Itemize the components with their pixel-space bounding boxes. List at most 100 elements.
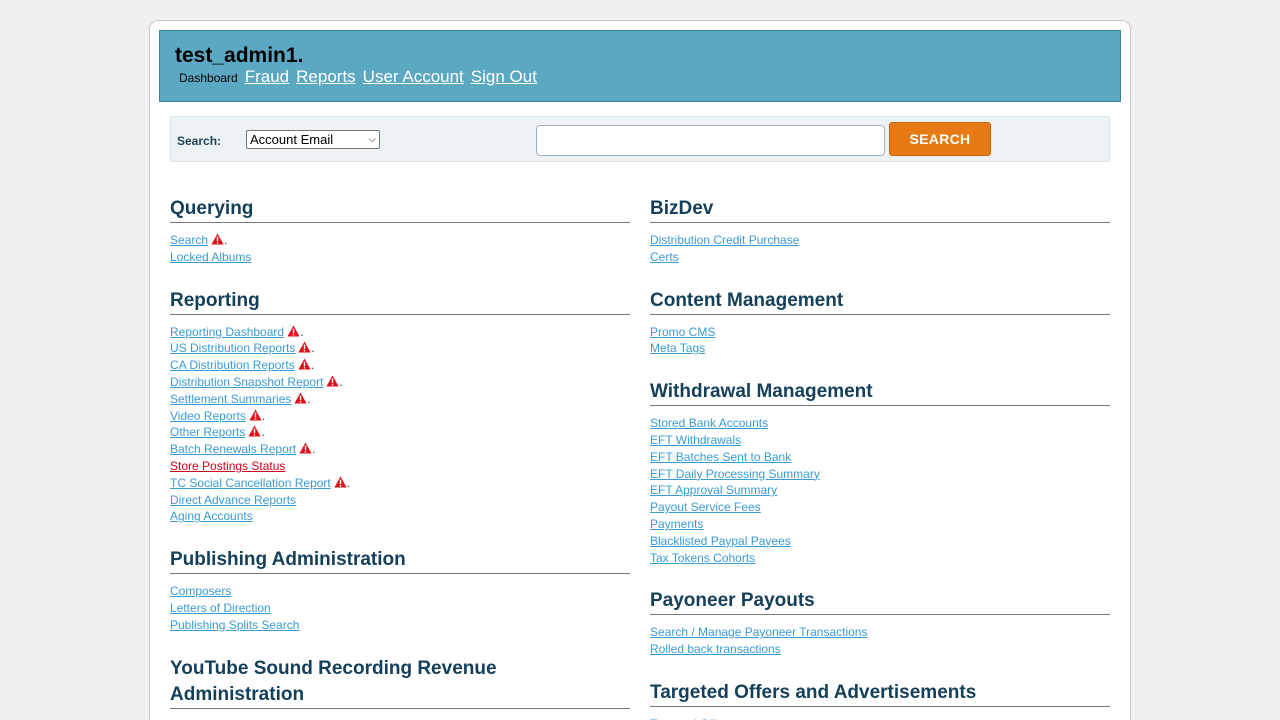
page-container: test_admin1. Dashboard Fraud Reports Use… <box>149 20 1131 720</box>
nav-dashboard[interactable]: Dashboard <box>179 71 238 85</box>
list-item-period: . <box>300 324 304 339</box>
section-heading: Withdrawal Management <box>650 379 1110 407</box>
warning-triangle-icon <box>248 425 261 437</box>
link-payout-service-fees[interactable]: Payout Service Fees <box>650 500 761 514</box>
chevron-down-icon: ⌵ <box>368 134 376 145</box>
section-content-management: Content Management Promo CMS Meta Tags <box>650 288 1110 358</box>
list-item: Distribution Credit Purchase <box>650 232 1110 249</box>
section-payoneer-payouts: Payoneer Payouts Search / Manage Payoneer… <box>650 588 1110 658</box>
link-certs[interactable]: Certs <box>650 250 679 264</box>
search-bar: Search: Account Email ⌵ SEARCH <box>170 116 1110 162</box>
list-item: Rolled back transactions <box>650 641 1110 658</box>
search-input[interactable] <box>536 125 885 156</box>
list-item: EFT Withdrawals <box>650 432 1110 449</box>
list-item: Distribution Snapshot Report. <box>170 374 630 391</box>
list-item-period: . <box>339 374 343 389</box>
list-item: Composers <box>170 583 630 600</box>
link-list: Stored Bank Accounts EFT Withdrawals EFT B… <box>650 415 1110 566</box>
warning-triangle-icon <box>294 392 307 404</box>
list-item: Other Reports. <box>170 424 630 441</box>
list-item: Stored Bank Accounts <box>650 415 1110 432</box>
list-item: Promo CMS <box>650 324 1110 341</box>
link-us-distribution-reports[interactable]: US Distribution Reports <box>170 341 295 355</box>
warning-triangle-icon <box>211 233 224 245</box>
link-ca-distribution-reports[interactable]: CA Distribution Reports <box>170 358 295 372</box>
link-publishing-splits-search[interactable]: Publishing Splits Search <box>170 618 299 632</box>
link-stored-bank-accounts[interactable]: Stored Bank Accounts <box>650 416 768 430</box>
link-eft-withdrawals[interactable]: EFT Withdrawals <box>650 433 741 447</box>
list-item: Meta Tags <box>650 340 1110 357</box>
list-item-period: . <box>307 391 311 406</box>
link-list: Search. Locked Albums <box>170 232 630 266</box>
list-item: Batch Renewals Report. <box>170 441 630 458</box>
list-item: Aging Accounts <box>170 508 630 525</box>
link-direct-advance-reports[interactable]: Direct Advance Reports <box>170 493 296 507</box>
list-item-period: . <box>311 341 315 356</box>
list-item: Blacklisted Paypal Payees <box>650 533 1110 550</box>
section-heading: YouTube Sound Recording Revenue Administ… <box>170 656 630 709</box>
nav-reports-link[interactable]: Reports <box>296 67 356 87</box>
link-list: Search / Manage Payoneer Transactions Rol… <box>650 624 1110 658</box>
warning-triangle-icon <box>298 341 311 353</box>
list-item: Tax Tokens Cohorts <box>650 550 1110 567</box>
link-distribution-snapshot-report[interactable]: Distribution Snapshot Report <box>170 375 323 389</box>
section-heading: Reporting <box>170 288 630 315</box>
list-item: EFT Daily Processing Summary <box>650 466 1110 483</box>
link-tc-social-cancellation-report[interactable]: TC Social Cancellation Report <box>170 476 331 490</box>
right-column: BizDev Distribution Credit Purchase Certs C… <box>650 196 1110 720</box>
list-item: Payout Service Fees <box>650 499 1110 516</box>
list-item: Locked Albums <box>170 249 630 266</box>
warning-triangle-icon <box>249 409 262 421</box>
link-list: Distribution Credit Purchase Certs <box>650 232 1110 266</box>
link-tax-tokens-cohorts[interactable]: Tax Tokens Cohorts <box>650 551 755 565</box>
top-nav: Dashboard Fraud Reports User Account Sig… <box>179 67 544 87</box>
list-item-period: . <box>261 425 265 440</box>
link-letters-of-direction[interactable]: Letters of Direction <box>170 601 271 615</box>
section-publishing-administration: Publishing Administration Composers Letter… <box>170 547 630 633</box>
list-item: Certs <box>650 249 1110 266</box>
nav-fraud-link[interactable]: Fraud <box>245 67 289 87</box>
link-meta-tags[interactable]: Meta Tags <box>650 341 705 355</box>
link-blacklisted-paypal-payees[interactable]: Blacklisted Paypal Payees <box>650 534 791 548</box>
section-targeted-offers-and-advertisements: Targeted Offers and Advertisements Target… <box>650 680 1110 720</box>
section-reporting: Reporting Reporting Dashboard. US Distribu… <box>170 288 630 526</box>
list-item-period: . <box>312 442 316 457</box>
link-search-manage-payoneer-transactions[interactable]: Search / Manage Payoneer Transactions <box>650 625 867 639</box>
search-type-selected: Account Email <box>250 132 334 147</box>
link-eft-batches-sent-to-bank[interactable]: EFT Batches Sent to Bank <box>650 450 791 464</box>
list-item: Payments <box>650 516 1110 533</box>
list-item: Reporting Dashboard. <box>170 324 630 341</box>
link-batch-renewals-report[interactable]: Batch Renewals Report <box>170 442 296 456</box>
username-heading: test_admin1. <box>175 44 304 67</box>
list-item-period: . <box>310 358 315 373</box>
section-heading: Content Management <box>650 288 1110 315</box>
link-video-reports[interactable]: Video Reports <box>170 409 246 423</box>
link-eft-daily-processing-summary[interactable]: EFT Daily Processing Summary <box>650 467 820 481</box>
link-distribution-credit-purchase[interactable]: Distribution Credit Purchase <box>650 233 799 247</box>
section-bizdev: BizDev Distribution Credit Purchase Certs <box>650 196 1110 266</box>
nav-sign-out-link[interactable]: Sign Out <box>471 67 537 87</box>
link-composers[interactable]: Composers <box>170 584 231 598</box>
link-settlement-summaries[interactable]: Settlement Summaries <box>170 392 291 406</box>
section-heading: Targeted Offers and Advertisements <box>650 680 1110 707</box>
list-item: EFT Batches Sent to Bank <box>650 449 1110 466</box>
list-item-period: . <box>261 408 266 423</box>
link-payments[interactable]: Payments <box>650 517 703 531</box>
link-other-reports[interactable]: Other Reports <box>170 425 245 439</box>
link-rolled-back-transactions[interactable]: Rolled back transactions <box>650 642 781 656</box>
search-button[interactable]: SEARCH <box>889 122 991 156</box>
header-bar: test_admin1. Dashboard Fraud Reports Use… <box>159 30 1121 102</box>
link-reporting-dashboard[interactable]: Reporting Dashboard <box>170 325 284 339</box>
list-item-period: . <box>224 233 228 247</box>
link-aging-accounts[interactable]: Aging Accounts <box>170 509 253 523</box>
nav-user-account-link[interactable]: User Account <box>363 67 464 87</box>
section-querying: Querying Search. Locked Albums <box>170 196 630 266</box>
link-eft-approval-summary[interactable]: EFT Approval Summary <box>650 483 777 497</box>
list-item: Search. <box>170 232 630 249</box>
link-locked-albums[interactable]: Locked Albums <box>170 250 251 264</box>
link-store-postings-status[interactable]: Store Postings Status <box>170 459 285 473</box>
link-search[interactable]: Search <box>170 233 208 247</box>
link-promo-cms[interactable]: Promo CMS <box>650 325 715 339</box>
list-item: CA Distribution Reports. <box>170 357 630 374</box>
search-type-select[interactable]: Account Email ⌵ <box>246 130 380 149</box>
